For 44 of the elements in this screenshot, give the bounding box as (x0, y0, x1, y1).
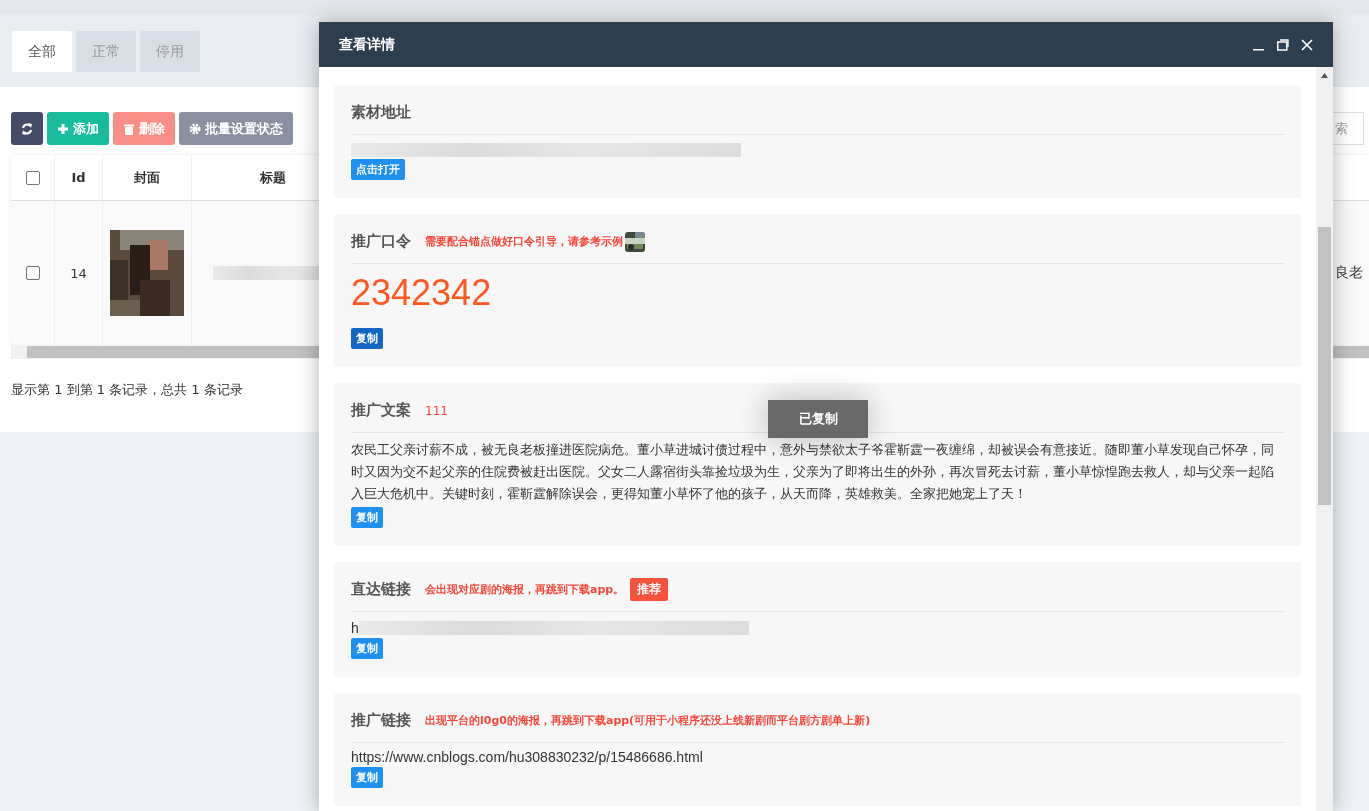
hint-text: 出现平台的l0g0的海报，再跳到下载app(可用于小程序还没上线新剧而平台剧方剧单上新) (425, 713, 871, 728)
table-cell: 良老 (1335, 264, 1363, 282)
plus-icon (57, 122, 69, 135)
open-button[interactable]: 点击打开 (351, 159, 405, 180)
link-url: h (351, 620, 359, 636)
pagination-summary: 显示第 1 到第 1 条记录，总共 1 条记录 (11, 381, 244, 399)
tab[interactable]: 正常 (76, 31, 136, 72)
scrollbar-thumb[interactable] (1318, 227, 1331, 505)
command-code: 2342342 (351, 272, 493, 314)
section-title: 直达链接 (351, 580, 411, 599)
delete-button[interactable]: 删除 (113, 112, 175, 145)
copy-button[interactable]: 复制 (351, 767, 383, 788)
section-title: 推广口令 (351, 232, 411, 251)
batch-status-button[interactable]: 批量设置状态 (179, 112, 293, 145)
copy-button[interactable]: 复制 (351, 507, 383, 528)
hint-text: 111 (425, 403, 448, 418)
column-header: 封面 (134, 168, 160, 187)
column-header: 标题 (259, 168, 286, 187)
scroll-up-icon[interactable] (1321, 73, 1328, 78)
section-title: 素材地址 (351, 103, 411, 122)
hint-text: 需要配合锚点做好口令引导，请参考示例 (425, 234, 623, 249)
close-icon[interactable] (1301, 38, 1313, 51)
table-cell: 14 (70, 265, 87, 281)
dialog-title: 查看详情 (339, 35, 396, 54)
column-header: Id (71, 170, 86, 185)
section-title: 推广链接 (351, 711, 411, 730)
section-title: 推广文案 (351, 401, 411, 420)
add-button[interactable]: 添加 (47, 112, 109, 145)
maximize-icon[interactable] (1277, 38, 1289, 51)
copied-toast: 已复制 (768, 400, 868, 438)
tab[interactable]: 停用 (140, 31, 200, 72)
hint-text: 会出现对应剧的海报，再跳到下载app。 (425, 582, 625, 597)
checkbox[interactable] (25, 266, 40, 280)
gear-icon (189, 122, 201, 135)
tab[interactable]: 全部 (12, 31, 72, 72)
promo-text: 农民工父亲讨薪不成，被无良老板撞进医院病危。董小草进城讨债过程中，意外与禁欲太子爷霍靳霆一夜缠绵，却被误会有意接近。随即董小草发现自己怀孕，同时又因为交不起父亲的住院费被赶出医院。父女二人露宿街头靠捡垃圾为生，父亲为了即将出生的外孙，再次冒死去讨薪，董小草惊惶跑去救人，却与父亲一起陷入巨大危机中。关键时刻，霍靳霆解除误会，更得知董小草怀了他的孩子，从天而降，英雄救美。全家把她宠上了天！ (351, 441, 1275, 503)
link-url: https://www.cnblogs.com/hu308830232/p/15486686.html (351, 749, 704, 765)
copy-button[interactable]: 复制 (351, 638, 383, 659)
refresh-button[interactable] (11, 112, 43, 145)
trash-icon (123, 122, 135, 135)
recommended-badge: 推荐 (630, 578, 669, 601)
refresh-icon (21, 122, 33, 135)
copy-button[interactable]: 复制 (351, 328, 383, 349)
checkbox[interactable] (25, 170, 40, 185)
